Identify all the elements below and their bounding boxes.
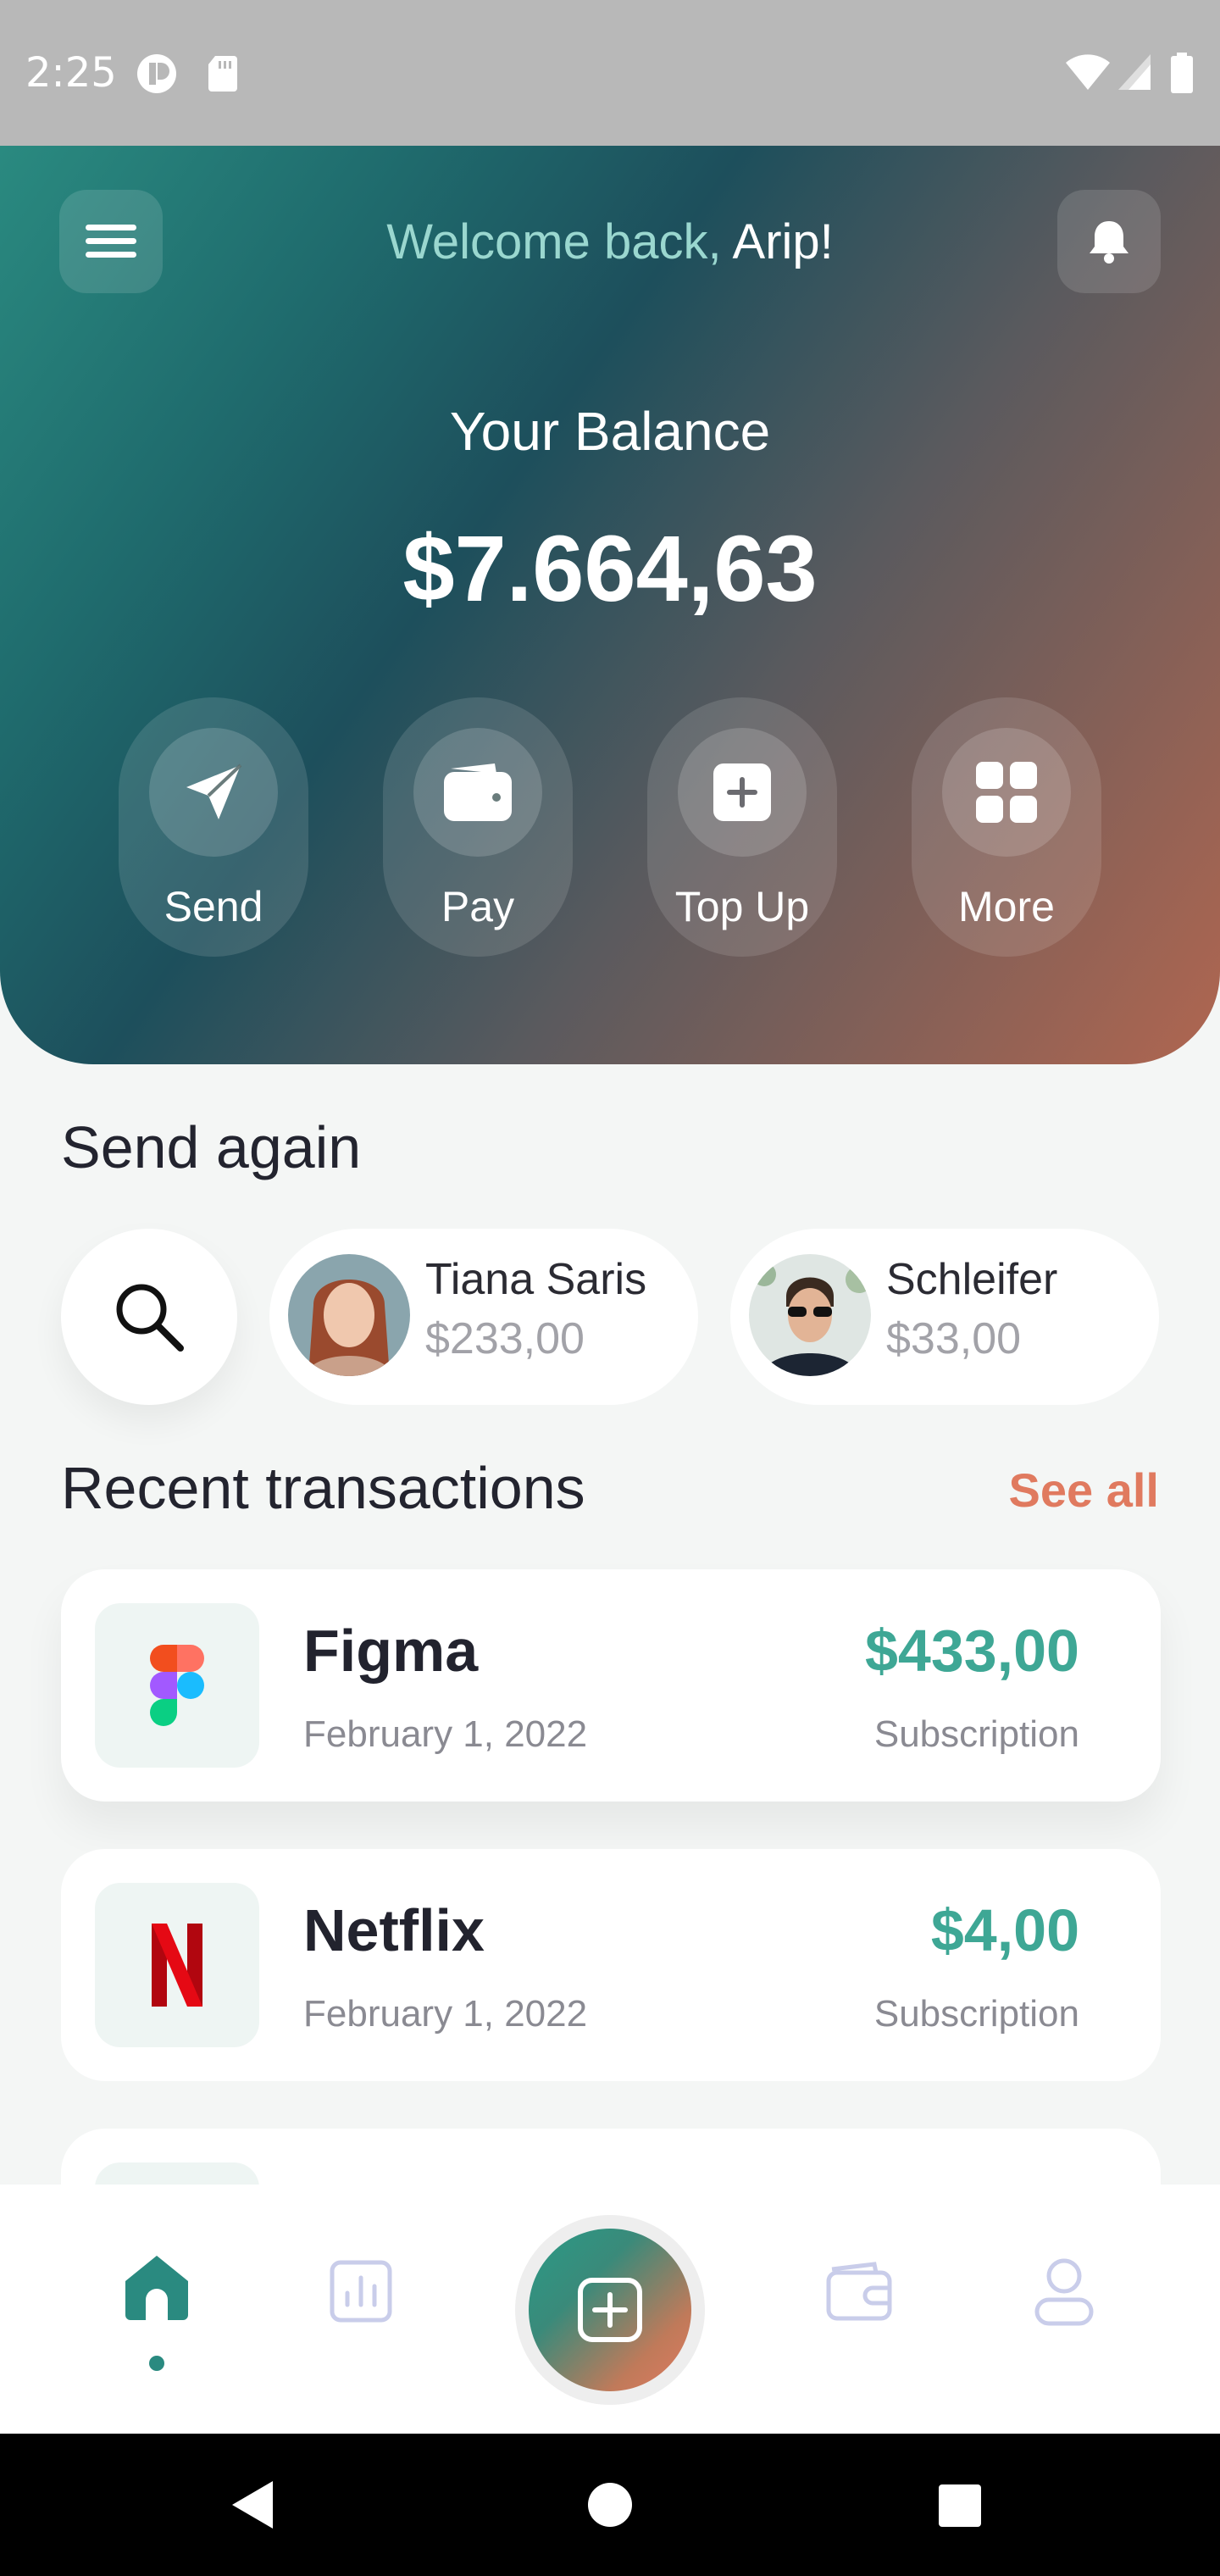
status-time: 2:25 [25,49,117,97]
wallet-icon[interactable] [825,2261,893,2322]
active-indicator [149,2356,164,2371]
send-again-title: Send again [61,1114,362,1180]
more-action-circle [942,728,1071,857]
grid-icon [976,762,1037,823]
bottom-navigation [0,2185,1220,2434]
see-all-link[interactable]: See all [1009,1463,1159,1518]
back-icon[interactable] [229,2479,276,2530]
welcome-prefix: Welcome back, [386,214,722,269]
search-icon [116,1284,184,1352]
welcome-message: Welcome back, Arip! [0,214,1220,270]
status-bar: 2:25 [0,0,1220,146]
transaction-type: Subscription [873,1713,1079,1755]
avatar [749,1254,871,1376]
send-action-button[interactable]: Send [119,697,308,957]
pay-action-label: Pay [441,883,515,930]
stats-icon[interactable] [329,2259,393,2323]
balance-value: $7.664,63 [402,517,818,621]
home-icon[interactable] [122,2252,191,2322]
pay-action-circle [413,728,542,857]
bell-icon [1090,221,1128,264]
battery-icon [1171,53,1193,93]
send-action-circle [149,728,278,857]
transaction-name: Figma [303,1618,479,1684]
figma-logo-tile [95,1603,259,1768]
notifications-button[interactable] [1057,190,1161,293]
recent-transactions-title: Recent transactions [61,1455,585,1521]
avatar [288,1254,410,1376]
transaction-amount: $4,00 [930,1897,1079,1963]
wifi-icon [1066,54,1110,90]
contact-chip-schleifer[interactable]: Schleifer $33,00 [730,1229,1159,1405]
plus-square-icon [713,763,771,821]
cellular-signal-icon [1118,54,1151,90]
home-system-icon[interactable] [586,2481,634,2529]
send-icon [186,763,242,819]
wallet-icon [444,763,512,821]
figma-logo-icon [150,1645,204,1726]
add-button[interactable] [529,2229,691,2391]
add-icon [578,2278,642,2342]
contact-chip-tiana[interactable]: Tiana Saris $233,00 [269,1229,698,1405]
transaction-date: February 1, 2022 [303,1993,588,2035]
balance-label: Your Balance [449,401,771,462]
transaction-date: February 1, 2022 [303,1713,588,1755]
contact-name: Schleifer [886,1255,1058,1304]
profile-icon[interactable] [1032,2256,1096,2327]
transaction-card-figma[interactable]: Figma February 1, 2022 $433,00 Subscript… [61,1569,1161,1802]
contact-amount: $33,00 [886,1314,1022,1363]
contact-amount: $233,00 [425,1314,585,1363]
transaction-card-netflix[interactable]: Netflix February 1, 2022 $4,00 Subscript… [61,1849,1161,2081]
app-notification-icon [137,54,176,93]
transaction-amount: $433,00 [864,1618,1079,1684]
transaction-name: Netflix [303,1897,485,1963]
search-contacts-button[interactable] [61,1229,237,1405]
more-action-label: More [958,883,1055,930]
user-name: Arip! [732,214,834,269]
pay-action-button[interactable]: Pay [383,697,573,957]
top-up-action-button[interactable]: Top Up [647,697,837,957]
send-action-label: Send [164,883,263,930]
netflix-logo-icon [152,1924,202,2007]
more-action-button[interactable]: More [912,697,1101,957]
netflix-logo-tile [95,1883,259,2047]
contact-name: Tiana Saris [425,1255,647,1304]
recents-icon[interactable] [937,2483,983,2529]
top-up-action-circle [678,728,807,857]
transaction-type: Subscription [873,1993,1079,2035]
system-navigation-bar [0,2434,1220,2576]
sd-card-icon [208,56,237,92]
top-up-action-label: Top Up [674,883,810,930]
